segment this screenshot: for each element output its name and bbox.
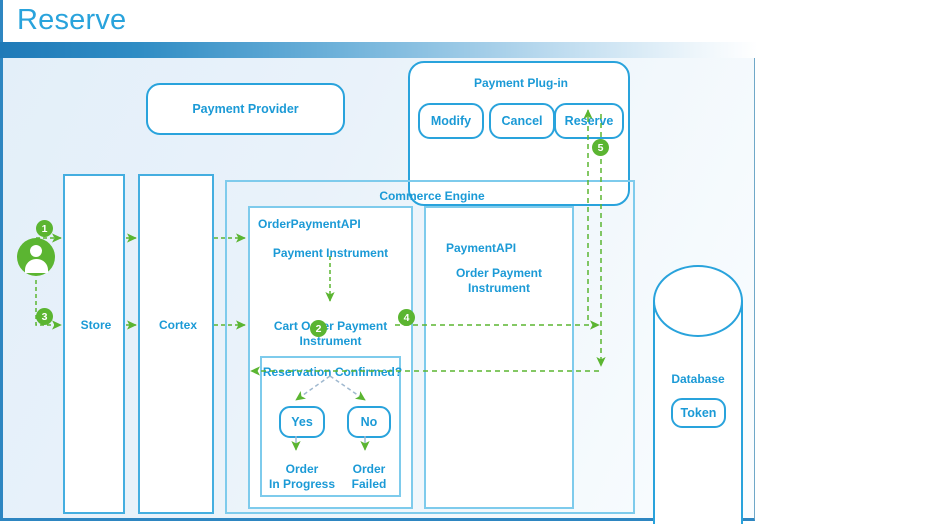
diagram-canvas: 1 2 3 4 5 Payment Provider Payment Plug-… [0, 58, 755, 524]
reservation-confirmed-box: Reservation Confirmed? Yes No Order In P… [260, 356, 403, 497]
database-cylinder[interactable]: Database Token [653, 265, 743, 524]
step-marker-1: 1 [36, 220, 53, 237]
decision-no-label: No [360, 415, 378, 429]
decision-no-box[interactable]: No [347, 406, 391, 438]
plugin-button-reserve[interactable]: Reserve [554, 103, 624, 139]
payment-provider-label: Payment Provider [192, 102, 299, 116]
step-marker-2: 2 [310, 320, 327, 337]
plugin-button-modify-label: Modify [430, 114, 472, 128]
actor-body [24, 259, 48, 273]
step-marker-4: 4 [398, 309, 415, 326]
decision-yes-box[interactable]: Yes [279, 406, 325, 438]
payment-plugin-title: Payment Plug-in [473, 76, 568, 90]
step-marker-3: 3 [36, 308, 53, 325]
order-payment-api-box[interactable]: OrderPaymentAPI Payment Instrument Cart … [248, 206, 413, 509]
payment-provider-box[interactable]: Payment Provider [146, 83, 345, 135]
user-actor-icon [17, 238, 55, 276]
order-in-progress-line2: In Progress [268, 477, 336, 491]
database-token-label: Token [680, 406, 717, 420]
store-label: Store [80, 318, 112, 332]
diagram-page: Reserve 1 2 3 4 5 Payment Provider Payme… [0, 0, 943, 524]
header-gradient-bar [0, 42, 758, 58]
store-box[interactable]: Store [63, 174, 125, 514]
cart-order-payment-instrument-line2: Instrument [299, 334, 362, 348]
commerce-engine-title: Commerce Engine [379, 189, 485, 203]
payment-instrument-label: Payment Instrument [272, 246, 389, 260]
cortex-box[interactable]: Cortex [138, 174, 214, 514]
cortex-label: Cortex [158, 318, 197, 332]
decision-yes-label: Yes [291, 415, 313, 429]
reservation-confirmed-question: Reservation Confirmed? [262, 365, 403, 379]
actor-head [30, 245, 42, 257]
plugin-button-cancel[interactable]: Cancel [489, 103, 555, 139]
order-payment-instrument-line2: Instrument [467, 281, 530, 295]
header-strip: Reserve [0, 0, 761, 42]
database-cylinder-top [653, 265, 743, 337]
database-label: Database [671, 372, 725, 386]
order-failed-line1: Order [352, 462, 386, 476]
page-title: Reserve [17, 4, 127, 36]
plugin-button-reserve-label: Reserve [564, 114, 614, 128]
cart-order-payment-instrument-line1: Cart Order Payment [273, 319, 388, 333]
payment-api-title: PaymentAPI [446, 241, 517, 255]
payment-api-box[interactable]: PaymentAPI Order Payment Instrument [424, 206, 574, 509]
order-payment-api-title: OrderPaymentAPI [258, 217, 361, 231]
order-payment-instrument-line1: Order Payment [455, 266, 543, 280]
order-failed-line2: Failed [351, 477, 387, 491]
order-in-progress-line1: Order [285, 462, 319, 476]
database-token-box[interactable]: Token [671, 398, 726, 428]
step-marker-5: 5 [592, 139, 609, 156]
plugin-button-modify[interactable]: Modify [418, 103, 484, 139]
plugin-button-cancel-label: Cancel [501, 114, 543, 128]
